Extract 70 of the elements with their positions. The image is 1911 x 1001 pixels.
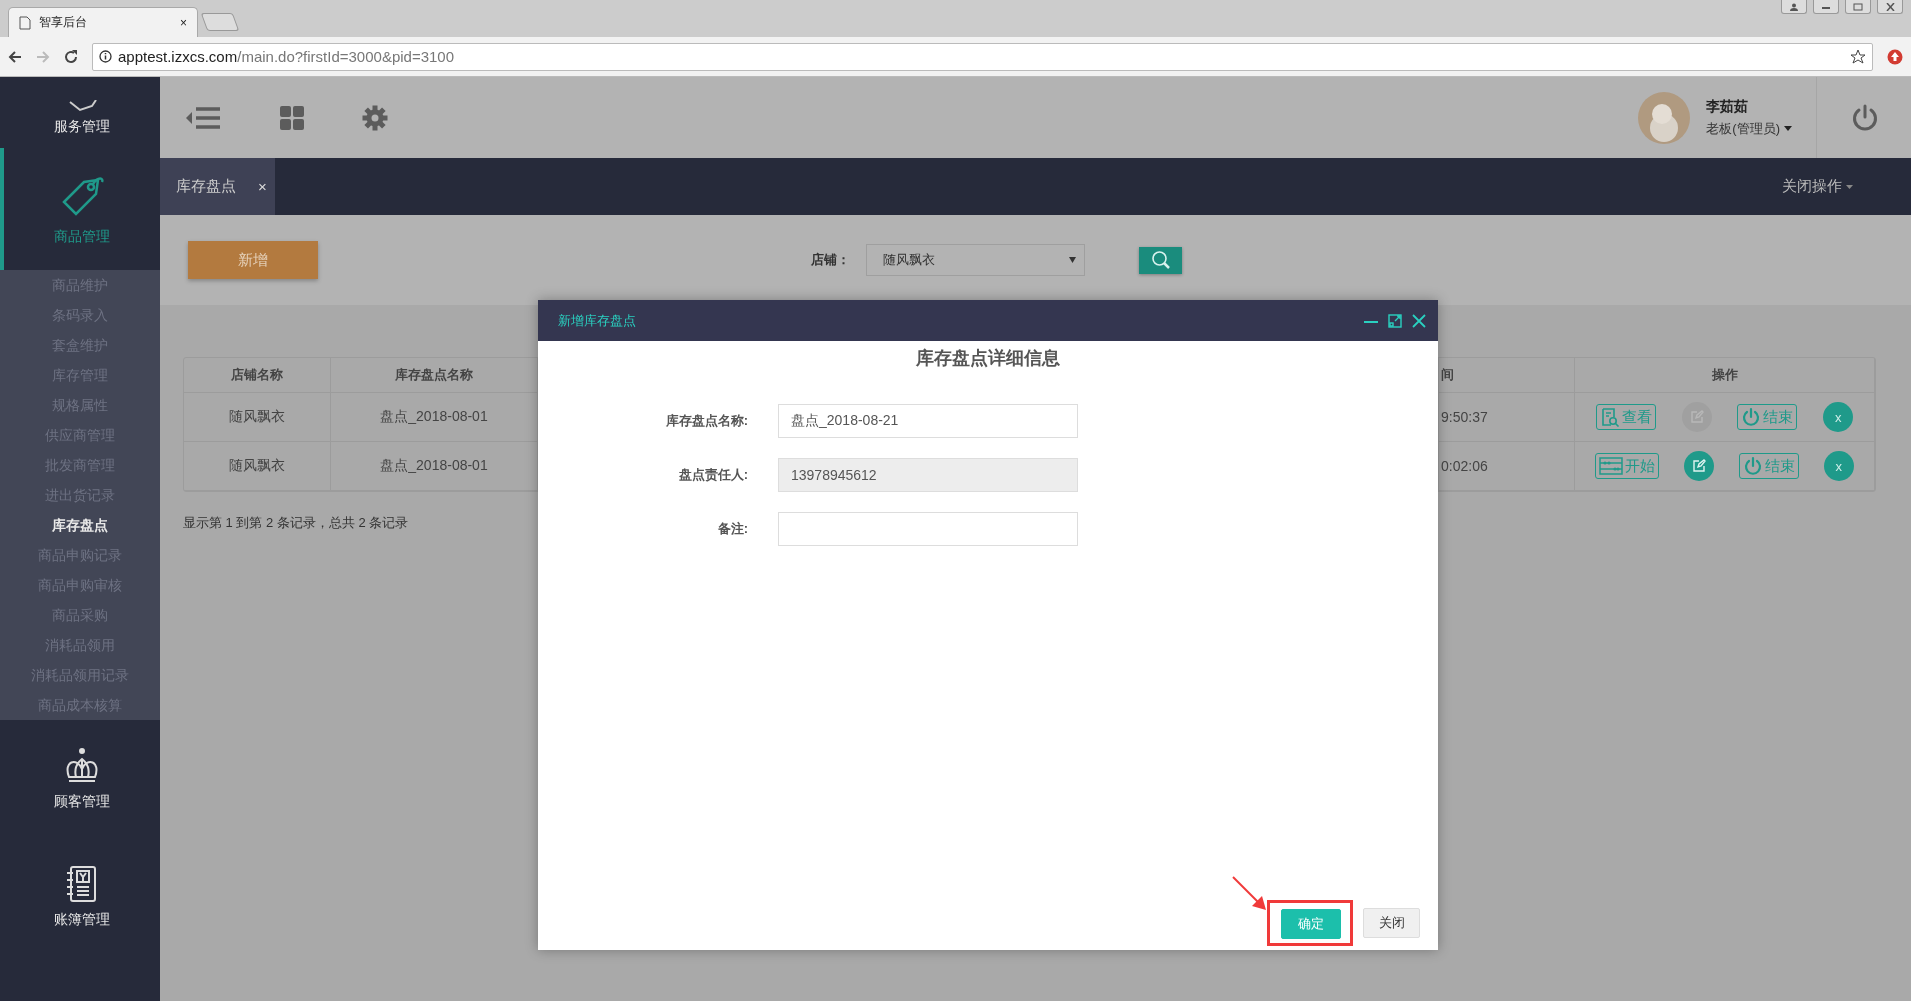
- sidebar-group[interactable]: 服务管理: [0, 77, 160, 148]
- power-icon: [1741, 407, 1762, 427]
- column-header: 操作: [1575, 358, 1875, 393]
- edit-button[interactable]: [1684, 451, 1715, 481]
- maximize-button[interactable]: [1845, 0, 1871, 14]
- info-icon[interactable]: [99, 50, 112, 63]
- abacus-icon: [1599, 457, 1624, 475]
- confirm-button[interactable]: 确定: [1281, 909, 1341, 939]
- search-button[interactable]: [1139, 246, 1182, 274]
- column-header: 间: [1439, 358, 1575, 393]
- delete-button[interactable]: x: [1823, 451, 1854, 481]
- submenu-item[interactable]: 库存盘点: [0, 510, 160, 540]
- ledger-icon: [65, 865, 99, 903]
- dialog-title: 新增库存盘点: [558, 311, 637, 330]
- start-button[interactable]: 开始: [1595, 453, 1660, 479]
- search-icon: [1150, 250, 1171, 270]
- end-button[interactable]: 结束: [1737, 404, 1798, 430]
- close-button[interactable]: 关闭: [1363, 908, 1420, 938]
- address-bar[interactable]: apptest.izxcs.com/main.do?firstId=3000&pid=3100: [92, 42, 1873, 71]
- close-icon[interactable]: [1412, 313, 1426, 328]
- edit-icon: [1689, 410, 1704, 424]
- page-icon: [19, 15, 31, 30]
- end-button[interactable]: 结束: [1738, 453, 1799, 479]
- person-icon: [1790, 2, 1798, 11]
- profile-button[interactable]: [1781, 0, 1807, 14]
- close-button[interactable]: [1877, 0, 1903, 14]
- table-cell: 9:50:37: [1439, 393, 1575, 442]
- field-label: 库存盘点名称:: [664, 412, 748, 430]
- settings-icon[interactable]: [362, 104, 388, 131]
- field-label: 备注:: [716, 520, 748, 538]
- delete-button[interactable]: x: [1823, 402, 1854, 432]
- pagination-info: 显示第 1 到第 2 条记录，总共 2 条记录: [183, 514, 409, 532]
- document-search-icon: [1599, 407, 1620, 427]
- table-cell: 0:02:06: [1439, 442, 1575, 491]
- page-tab[interactable]: 库存盘点 ×: [160, 158, 275, 215]
- avatar[interactable]: [1638, 91, 1691, 144]
- sidebar-group[interactable]: 顾客管理: [0, 720, 160, 838]
- add-button[interactable]: 新增: [188, 241, 318, 279]
- new-tab-button[interactable]: [200, 13, 240, 31]
- close-icon: [1885, 2, 1895, 11]
- view-button[interactable]: 查看: [1595, 404, 1656, 430]
- store-select[interactable]: 随风飘衣: [866, 244, 1085, 276]
- caret-icon: [1846, 184, 1853, 189]
- column-header: 店铺名称: [184, 358, 331, 393]
- edit-icon: [1692, 459, 1707, 473]
- store-label: 店铺：: [811, 251, 850, 269]
- caret-icon: [1784, 126, 1792, 131]
- close-operations-menu[interactable]: 关闭操作: [1782, 177, 1853, 196]
- power-icon: [1742, 456, 1763, 476]
- user-name: 李茹茹: [1706, 97, 1750, 116]
- browser-tab[interactable]: 智享后台 ×: [8, 7, 198, 37]
- extension-icon[interactable]: [1887, 48, 1903, 65]
- user-role-menu[interactable]: 老板(管理员): [1706, 119, 1792, 138]
- field-label: 盘点责任人:: [677, 466, 748, 484]
- reload-icon[interactable]: [64, 49, 78, 64]
- input-field[interactable]: [778, 512, 1078, 546]
- table-cell: 随风飘衣: [184, 442, 331, 491]
- grid-icon[interactable]: [280, 105, 304, 130]
- back-icon[interactable]: [8, 49, 22, 64]
- dialog-heading: 库存盘点详细信息: [915, 347, 1061, 370]
- power-icon[interactable]: [1852, 103, 1878, 132]
- input-field[interactable]: 盘点_2018-08-21: [778, 404, 1078, 438]
- minimize-button[interactable]: [1813, 0, 1839, 14]
- bookmark-star-icon[interactable]: [1850, 48, 1866, 65]
- maximize-icon: [1853, 2, 1863, 11]
- sidebar-group[interactable]: 账簿管理: [0, 838, 160, 956]
- maximize-icon[interactable]: [1388, 313, 1402, 328]
- table-cell: 随风飘衣: [184, 393, 331, 442]
- menu-toggle-icon[interactable]: [186, 105, 222, 130]
- caret-icon: [1069, 257, 1076, 263]
